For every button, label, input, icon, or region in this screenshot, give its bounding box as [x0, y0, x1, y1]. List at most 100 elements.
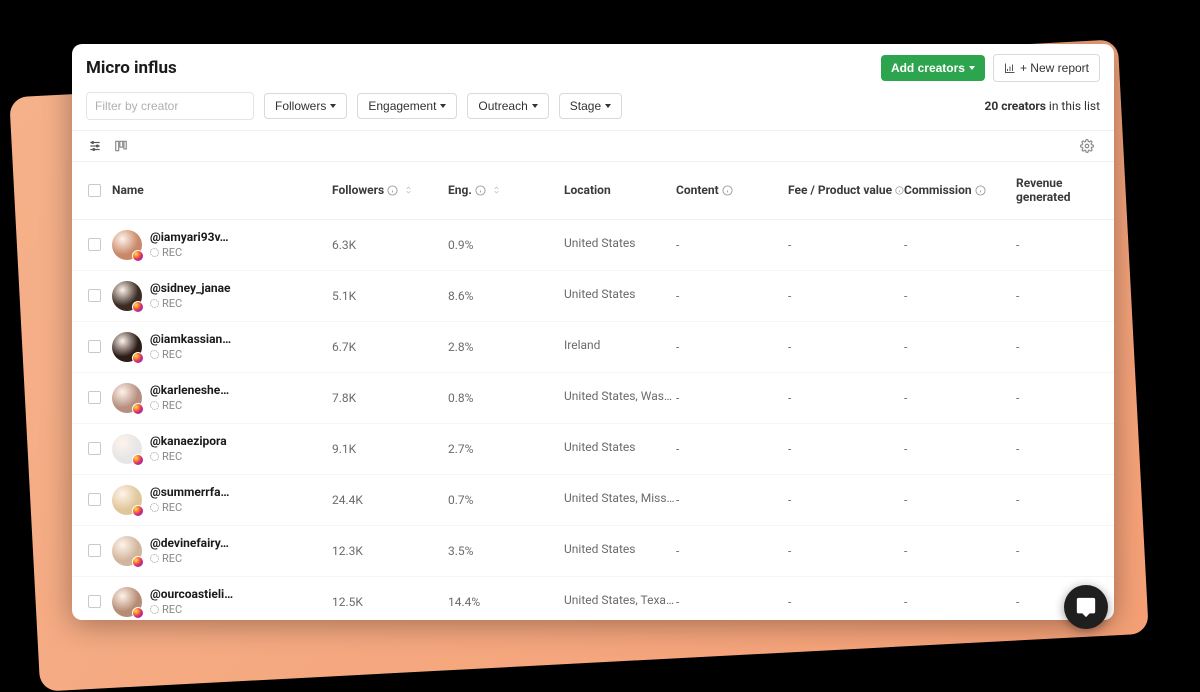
col-name[interactable]: Name: [108, 183, 332, 197]
creator-handle[interactable]: @summerrfa…: [150, 485, 229, 499]
col-location[interactable]: Location: [564, 183, 676, 197]
rec-tag: REC: [150, 399, 229, 412]
eng-cell: 0.9%: [448, 238, 564, 252]
location-cell: United States: [564, 236, 676, 253]
table-row[interactable]: @sidney_janae REC 5.1K 8.6% United State…: [72, 271, 1114, 322]
table-row[interactable]: @iamyari93v… REC 6.3K 0.9% United States…: [72, 220, 1114, 271]
outreach-filter[interactable]: Outreach: [467, 93, 548, 119]
content-cell: -: [676, 289, 788, 303]
instagram-badge-icon: [132, 403, 144, 415]
followers-cell: 6.7K: [332, 340, 448, 354]
instagram-badge-icon: [132, 352, 144, 364]
revenue-cell: -: [1016, 391, 1096, 405]
creator-handle[interactable]: @karleneshe…: [150, 383, 229, 397]
creator-handle[interactable]: @iamyari93v…: [150, 230, 229, 244]
content-cell: -: [676, 493, 788, 507]
location-cell: Ireland: [564, 338, 676, 355]
revenue-cell: -: [1016, 544, 1096, 558]
count-suffix: in this list: [1046, 99, 1100, 113]
stage-filter[interactable]: Stage: [559, 93, 622, 119]
row-checkbox[interactable]: [88, 238, 101, 251]
col-eng[interactable]: Eng.: [448, 183, 564, 197]
followers-cell: 12.3K: [332, 544, 448, 558]
fee-cell: -: [788, 289, 904, 303]
eng-cell: 14.4%: [448, 595, 564, 609]
creator-handle[interactable]: @ourcoastieli…: [150, 587, 233, 601]
fee-cell: -: [788, 442, 904, 456]
board-view-button[interactable]: [108, 133, 134, 159]
chat-button[interactable]: [1064, 585, 1108, 629]
list-view-button[interactable]: [82, 133, 108, 159]
creator-handle[interactable]: @devinefairy…: [150, 536, 229, 550]
fee-cell: -: [788, 340, 904, 354]
commission-cell: -: [904, 340, 1016, 354]
avatar: [112, 485, 142, 515]
fee-cell: -: [788, 391, 904, 405]
content-cell: -: [676, 544, 788, 558]
location-cell: United States: [564, 542, 676, 559]
row-checkbox[interactable]: [88, 493, 101, 506]
commission-cell: -: [904, 289, 1016, 303]
location-cell: United States, Texas,…: [564, 593, 676, 610]
search-input[interactable]: [86, 92, 254, 120]
revenue-cell: -: [1016, 238, 1096, 252]
col-fee[interactable]: Fee / Product value: [788, 183, 904, 197]
row-checkbox[interactable]: [88, 340, 101, 353]
rec-tag: REC: [150, 552, 229, 565]
outreach-filter-label: Outreach: [478, 99, 527, 113]
row-checkbox[interactable]: [88, 391, 101, 404]
dotted-circle-icon: [150, 554, 159, 563]
select-all-checkbox[interactable]: [88, 184, 101, 197]
followers-cell: 12.5K: [332, 595, 448, 609]
table-row[interactable]: @kanaezipora REC 9.1K 2.7% United States…: [72, 424, 1114, 475]
eng-cell: 8.6%: [448, 289, 564, 303]
chart-icon: [1004, 62, 1016, 74]
table-row[interactable]: @karleneshe… REC 7.8K 0.8% United States…: [72, 373, 1114, 424]
col-commission[interactable]: Commission: [904, 183, 1016, 197]
table-row[interactable]: @ourcoastieli… REC 12.5K 14.4% United St…: [72, 577, 1114, 620]
revenue-cell: -: [1016, 442, 1096, 456]
chat-icon: [1075, 596, 1097, 618]
followers-cell: 9.1K: [332, 442, 448, 456]
rec-tag: REC: [150, 348, 231, 361]
sort-icon: [492, 184, 501, 196]
revenue-cell: -: [1016, 340, 1096, 354]
table-row[interactable]: @iamkassian… REC 6.7K 2.8% Ireland - - -…: [72, 322, 1114, 373]
creator-handle[interactable]: @kanaezipora: [150, 434, 227, 448]
rec-tag: REC: [150, 501, 229, 514]
chevron-down-icon: [605, 104, 611, 108]
fee-cell: -: [788, 595, 904, 609]
info-icon: [387, 185, 398, 196]
row-checkbox[interactable]: [88, 544, 101, 557]
col-revenue[interactable]: Revenue generated: [1016, 176, 1096, 205]
rec-tag: REC: [150, 246, 229, 259]
row-checkbox[interactable]: [88, 289, 101, 302]
kanban-icon: [114, 139, 128, 153]
row-checkbox[interactable]: [88, 595, 101, 608]
creator-handle[interactable]: @sidney_janae: [150, 281, 231, 295]
engagement-filter[interactable]: Engagement: [357, 93, 457, 119]
col-followers[interactable]: Followers: [332, 183, 448, 197]
settings-button[interactable]: [1074, 133, 1100, 159]
content-cell: -: [676, 238, 788, 252]
col-content[interactable]: Content: [676, 183, 788, 197]
content-cell: -: [676, 391, 788, 405]
table-row[interactable]: @summerrfa… REC 24.4K 0.7% United States…: [72, 475, 1114, 526]
count-value: 20 creators: [984, 99, 1045, 113]
creator-handle[interactable]: @iamkassian…: [150, 332, 231, 346]
gear-icon: [1080, 139, 1094, 153]
dotted-circle-icon: [150, 503, 159, 512]
dotted-circle-icon: [150, 299, 159, 308]
row-checkbox[interactable]: [88, 442, 101, 455]
info-icon: [722, 185, 733, 196]
dotted-circle-icon: [150, 401, 159, 410]
chevron-down-icon: [330, 104, 336, 108]
table-row[interactable]: @devinefairy… REC 12.3K 3.5% United Stat…: [72, 526, 1114, 577]
eng-cell: 0.8%: [448, 391, 564, 405]
followers-filter[interactable]: Followers: [264, 93, 347, 119]
add-creators-button[interactable]: Add creators: [881, 55, 985, 81]
revenue-cell: -: [1016, 493, 1096, 507]
chevron-down-icon: [969, 66, 975, 70]
new-report-button[interactable]: + New report: [993, 54, 1100, 82]
fee-cell: -: [788, 544, 904, 558]
